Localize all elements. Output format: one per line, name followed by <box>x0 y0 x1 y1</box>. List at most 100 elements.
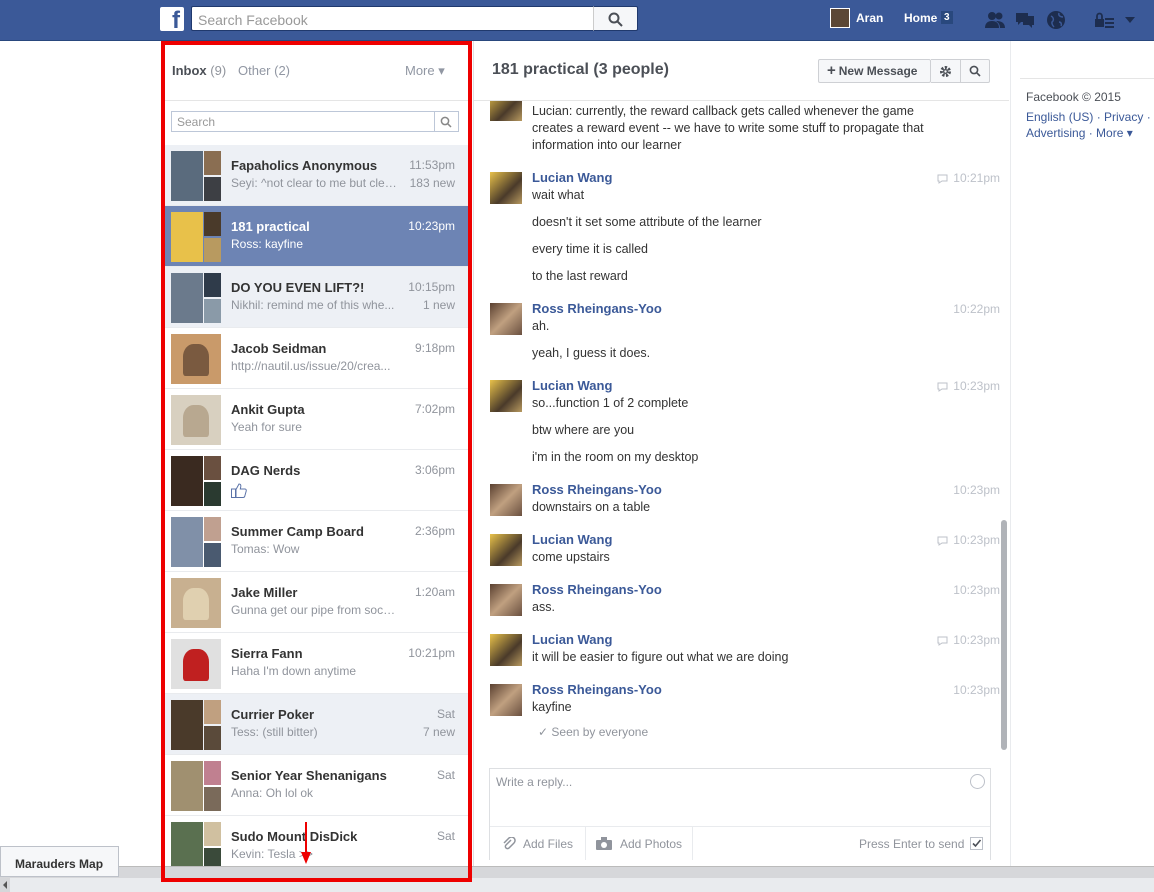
message-text: creates a reward event -- we have to wri… <box>532 121 924 135</box>
add-photos-button[interactable]: Add Photos <box>620 837 682 851</box>
message-sender-avatar[interactable] <box>490 380 522 412</box>
emoji-icon[interactable] <box>970 774 985 789</box>
message-sender-avatar[interactable] <box>490 484 522 516</box>
message-text: Lucian: currently, the reward callback g… <box>532 104 914 118</box>
home-link[interactable]: Home <box>904 11 937 25</box>
thread-avatar <box>171 212 221 262</box>
other-tab[interactable]: Other (2) <box>238 63 290 78</box>
thread-search-button[interactable] <box>435 111 459 132</box>
thread-search-input[interactable]: Search <box>171 111 435 132</box>
footer-links-advertising-more[interactable]: Advertising · More ▾ <box>1026 126 1133 140</box>
message-sender-avatar[interactable] <box>490 534 522 566</box>
message-text: ah. <box>532 319 550 333</box>
thread-snippet: Gunna get our pipe from soch ... <box>231 603 401 617</box>
thread-snippet: Seyi: ^not clear to me but clea... <box>231 176 401 190</box>
inbox-tab[interactable]: Inbox (9) <box>172 63 226 78</box>
friend-requests-icon[interactable] <box>984 10 1006 30</box>
message-sender-name[interactable]: Ross Rheingans-Yoo <box>532 301 662 316</box>
thread-avatar <box>171 639 221 689</box>
thread-name: Jacob Seidman <box>231 341 327 356</box>
thread-item[interactable]: DO YOU EVEN LIFT?! 10:15pm Nikhil: remind … <box>165 267 468 328</box>
thread-snippet: Tomas: Wow <box>231 542 300 556</box>
thread-snippet: Haha I'm down anytime <box>231 664 357 678</box>
thread-item[interactable]: Summer Camp Board 2:36pm Tomas: Wow <box>165 511 468 572</box>
profile-name-link[interactable]: Aran <box>856 11 883 25</box>
message-sender-name[interactable]: Lucian Wang <box>532 378 612 393</box>
thread-new-count: 1 new <box>422 298 455 312</box>
global-search-input[interactable]: Search Facebook <box>191 6 593 31</box>
thread-time: Sat <box>436 829 455 843</box>
scroll-left-arrow-icon[interactable] <box>1 880 9 890</box>
reply-input[interactable]: Write a reply... <box>496 775 572 789</box>
message-scrollbar[interactable] <box>1001 520 1007 750</box>
privacy-shortcuts-icon[interactable] <box>1093 10 1115 30</box>
conversation-search-button[interactable] <box>961 59 990 83</box>
thread-item[interactable]: Jake Miller 1:20am Gunna get our pipe from… <box>165 572 468 633</box>
notifications-globe-icon[interactable] <box>1045 10 1067 30</box>
message-sender-avatar[interactable] <box>490 303 522 335</box>
thread-snippet: Tess: (still bitter) <box>231 725 318 739</box>
thread-item[interactable]: Fapaholics Anonymous 11:53pm Seyi: ^not cl… <box>165 145 468 206</box>
profile-avatar[interactable] <box>830 8 850 28</box>
thread-avatar <box>171 395 221 445</box>
gear-icon <box>940 66 951 77</box>
message-text: btw where are you <box>532 423 635 437</box>
thread-new-count: 7 new <box>422 725 455 739</box>
seen-by-label: Seen by everyone <box>551 725 649 739</box>
account-menu-chevron-icon[interactable] <box>1124 15 1136 25</box>
message-text: yeah, I guess it does. <box>532 346 651 360</box>
message-sender-name[interactable]: Lucian Wang <box>532 532 612 547</box>
annotation-arrow <box>301 822 311 864</box>
messages-icon[interactable] <box>1014 10 1036 30</box>
conversation-settings-button[interactable] <box>931 59 961 83</box>
message-sender-avatar[interactable] <box>490 584 522 616</box>
message-timestamp: 10:23pm <box>953 683 1000 697</box>
thread-item[interactable]: DAG Nerds 3:06pm <box>165 450 468 511</box>
thread-item[interactable]: Currier Poker Sat Tess: (still bitter) 7 ne… <box>165 694 468 755</box>
thread-avatar <box>171 151 221 201</box>
thread-item[interactable]: Sierra Fann 10:21pm Haha I'm down anytime <box>165 633 468 694</box>
thread-snippet: http://nautil.us/issue/20/crea... <box>231 359 391 373</box>
message-sender-avatar[interactable] <box>490 101 522 121</box>
message-sender-avatar[interactable] <box>490 172 522 204</box>
message-timestamp: 10:23pm <box>953 483 1000 497</box>
message-sender-avatar[interactable] <box>490 634 522 666</box>
thread-name: Senior Year Shenanigans <box>231 768 387 783</box>
horizontal-scrollbar[interactable] <box>10 878 1154 892</box>
global-search-button[interactable] <box>593 6 638 31</box>
thread-avatar <box>171 578 221 628</box>
thread-item[interactable]: Ankit Gupta 7:02pm Yeah for sure <box>165 389 468 450</box>
footer-links-language-privacy[interactable]: English (US) · Privacy · <box>1026 110 1151 124</box>
press-enter-checkbox[interactable] <box>970 837 983 850</box>
message-sender-name[interactable]: Lucian Wang <box>532 632 612 647</box>
thread-snippet: Nikhil: remind me of this whe... <box>231 298 395 312</box>
message-timestamp: 10:23pm <box>953 533 1000 547</box>
thread-time: 10:21pm <box>408 646 455 660</box>
more-dropdown[interactable]: More ▾ <box>405 63 445 79</box>
message-history[interactable]: Lucian: currently, the reward callback g… <box>474 101 1009 751</box>
seen-by-status: ✓ Seen by everyone <box>538 725 648 739</box>
message-sender-name[interactable]: Ross Rheingans-Yoo <box>532 582 662 597</box>
message-sender-avatar[interactable] <box>490 684 522 716</box>
thread-new-count: 183 new <box>409 176 455 190</box>
message-sender-name[interactable]: Ross Rheingans-Yoo <box>532 682 662 697</box>
divider <box>165 100 468 101</box>
message-text: information into our learner <box>532 138 682 152</box>
new-message-button[interactable]: + New Message <box>818 59 931 83</box>
message-text: to the last reward <box>532 269 628 283</box>
press-enter-label: Press Enter to send <box>859 837 965 851</box>
thread-item[interactable]: Senior Year Shenanigans Sat Anna: Oh lol o… <box>165 755 468 816</box>
message-timestamp: 10:23pm <box>953 633 1000 647</box>
facebook-logo[interactable]: f <box>160 7 184 31</box>
chat-tab-marauders-map[interactable]: Marauders Map <box>0 846 119 877</box>
thread-avatar <box>171 517 221 567</box>
divider <box>692 827 693 860</box>
message-sender-name[interactable]: Lucian Wang <box>532 170 612 185</box>
thread-item[interactable]: 181 practical 10:23pm Ross: kayfine <box>165 206 468 267</box>
message-source-icon <box>937 174 948 184</box>
message-sender-name[interactable]: Ross Rheingans-Yoo <box>532 482 662 497</box>
add-files-button[interactable]: Add Files <box>523 837 573 851</box>
thread-snippet: Ross: kayfine <box>231 237 304 251</box>
thread-item[interactable]: Jacob Seidman 9:18pm http://nautil.us/issu… <box>165 328 468 389</box>
message-timestamp: 10:21pm <box>953 171 1000 185</box>
